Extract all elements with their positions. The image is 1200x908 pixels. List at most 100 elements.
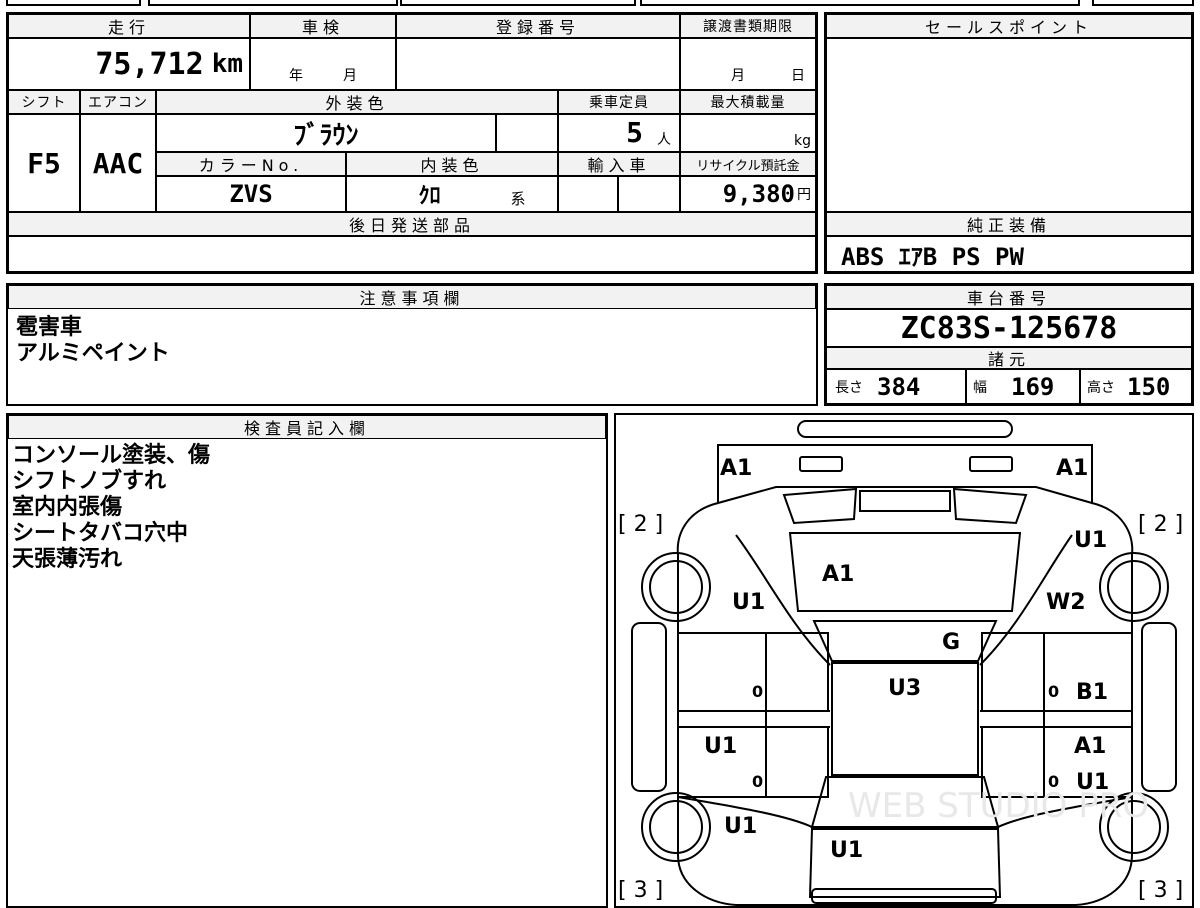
- vehicle-info-form: 走行 車検 登録番号 譲渡書類期限 75,712 km 年 月 月 日 シフト …: [6, 12, 818, 274]
- max-load-unit: kg: [794, 133, 811, 149]
- inspector-lines: コンソール塗装、傷 シフトノブすれ 室内内張傷 シートタバコ穴中 天張薄汚れ: [12, 443, 210, 573]
- shaken-year-unit: 年: [289, 68, 303, 84]
- caution-lines: 雹害車 アルミペイント: [16, 315, 170, 367]
- capacity-unit: 人: [657, 132, 671, 148]
- mileage-label: 走行: [8, 14, 250, 38]
- import-value-1: [558, 176, 618, 212]
- mileage-value: 75,712: [95, 46, 204, 82]
- import-label: 輸入車: [558, 152, 680, 176]
- registration-label: 登録番号: [396, 14, 680, 38]
- max-load-value-cell: kg: [680, 114, 816, 152]
- code-front-right-corner: A1: [1056, 456, 1088, 481]
- top-strip-cell: [148, 0, 398, 6]
- max-load-label: 最大積載量: [680, 90, 816, 114]
- top-strip-right: [1092, 0, 1194, 6]
- caution-panel: 注意事項欄 雹害車 アルミペイント: [6, 283, 818, 406]
- body-outline: [676, 502, 1134, 906]
- shift-value: F5: [8, 114, 80, 212]
- caution-line: アルミペイント: [16, 341, 170, 366]
- inspector-line: 天張薄汚れ: [12, 547, 123, 572]
- caution-line: 雹害車: [16, 315, 83, 340]
- spec-height-value: 150: [1127, 372, 1171, 401]
- tire-front-left: [ 2 ]: [618, 512, 663, 537]
- front-end-outline: [717, 444, 1093, 505]
- spec-height-label: 高さ: [1087, 379, 1115, 396]
- recycle-fee-unit: 円: [797, 187, 811, 203]
- tire-front-right: [ 2 ]: [1138, 512, 1183, 537]
- shaken-value-cell: 年 月: [250, 38, 396, 90]
- zero-mark: 0: [1048, 682, 1059, 701]
- top-strip-cell-3: [640, 0, 1080, 6]
- shaken-month-unit: 月: [343, 68, 357, 84]
- exterior-color-value: ﾌﾞﾗｳﾝ: [156, 114, 496, 152]
- genuine-equipment-label: 純正装備: [826, 212, 1192, 236]
- interior-color-label: 内装色: [346, 152, 558, 176]
- transfer-day-unit: 日: [791, 68, 805, 84]
- damage-diagram-panel: WEB STUDIO PRO [ 2 ] [ 2 ] [ 3 ] [ 3 ] A…: [614, 413, 1194, 908]
- code-right-fender: U1: [1074, 528, 1107, 553]
- code-hood: A1: [822, 562, 854, 587]
- mileage-value-cell: 75,712 km: [8, 38, 250, 90]
- spec-width-value: 169: [1011, 372, 1055, 401]
- spec-height-cell: 高さ 150: [1080, 369, 1192, 404]
- code-left-rear-door: U1: [704, 734, 737, 759]
- headlight-left: [799, 456, 843, 472]
- registration-value: [396, 38, 680, 90]
- inspector-line: シフトノブすれ: [12, 469, 167, 494]
- code-windshield: G: [942, 630, 960, 655]
- genuine-equipment-value-cell: ABS ｴｱB PS PW: [826, 236, 1192, 272]
- tire-rear-left: [ 3 ]: [618, 878, 663, 903]
- front-bumper-bar: [797, 420, 1013, 438]
- chassis-panel: 車台番号 ZC83S-125678 諸元 長さ 384 幅 169 高さ 150: [824, 283, 1194, 406]
- exterior-color-extra: [496, 114, 558, 152]
- code-right-front-door: B1: [1076, 680, 1108, 705]
- chassis-value: ZC83S-125678: [900, 310, 1118, 346]
- genuine-equipment-value: ABS ｴｱB PS PW: [841, 242, 1024, 271]
- code-rear-gate: U1: [830, 838, 863, 863]
- mileage-unit: km: [211, 49, 243, 79]
- zero-mark: 0: [752, 682, 763, 701]
- recycle-fee-label: リサイクル預託金: [680, 152, 816, 176]
- recycle-fee-value-cell: 9,380 円: [680, 176, 816, 212]
- inspector-panel: 検査員記入欄 コンソール塗装、傷 シフトノブすれ 室内内張傷 シートタバコ穴中 …: [6, 413, 608, 908]
- spec-width-label: 幅: [973, 379, 987, 396]
- import-value-2: [618, 176, 680, 212]
- specs-label: 諸元: [826, 347, 1192, 369]
- code-right-front-pillar: W2: [1046, 590, 1086, 615]
- interior-color-value-cell: ｸﾛ 系: [346, 176, 558, 212]
- chassis-value-cell: ZC83S-125678: [826, 309, 1192, 347]
- code-left-fender: U1: [732, 590, 765, 615]
- caution-label: 注意事項欄: [8, 285, 816, 309]
- tire-rear-right: [ 3 ]: [1138, 878, 1183, 903]
- interior-color-suffix: 系: [510, 190, 526, 208]
- code-right-rear-door-upper: A1: [1074, 734, 1106, 759]
- transfer-deadline-value-cell: 月 日: [680, 38, 816, 90]
- sales-point-panel: セールスポイント 純正装備 ABS ｴｱB PS PW: [824, 12, 1194, 274]
- wheel-front-right: [1099, 552, 1169, 622]
- capacity-value-cell: 5 人: [558, 114, 680, 152]
- spec-length-cell: 長さ 384: [826, 369, 966, 404]
- inspector-label: 検査員記入欄: [8, 415, 606, 439]
- aircon-value: AAC: [80, 114, 156, 212]
- sales-point-body: [826, 38, 1192, 212]
- spec-length-label: 長さ: [835, 379, 863, 396]
- inspector-line: 室内内張傷: [12, 495, 123, 520]
- wheel-front-left: [641, 552, 711, 622]
- capacity-label: 乗車定員: [558, 90, 680, 114]
- inspector-line: コンソール塗装、傷: [12, 443, 211, 468]
- sales-point-label: セールスポイント: [826, 14, 1192, 38]
- spec-length-value: 384: [877, 372, 921, 401]
- later-parts-value: [8, 236, 816, 272]
- shaken-label: 車検: [250, 14, 396, 38]
- right-side-step: [1141, 622, 1177, 792]
- top-strip-left: [6, 0, 141, 6]
- later-parts-label: 後日発送部品: [8, 212, 816, 236]
- car-diagram: WEB STUDIO PRO [ 2 ] [ 2 ] [ 3 ] [ 3 ] A…: [618, 420, 1183, 906]
- spec-width-cell: 幅 169: [966, 369, 1080, 404]
- code-front-left-corner: A1: [720, 456, 752, 481]
- transfer-month-unit: 月: [731, 68, 745, 84]
- shift-label: シフト: [8, 90, 80, 114]
- code-left-quarter: U1: [724, 814, 757, 839]
- color-no-label: カラーNo.: [156, 152, 346, 176]
- recycle-fee-value: 9,380: [722, 180, 795, 208]
